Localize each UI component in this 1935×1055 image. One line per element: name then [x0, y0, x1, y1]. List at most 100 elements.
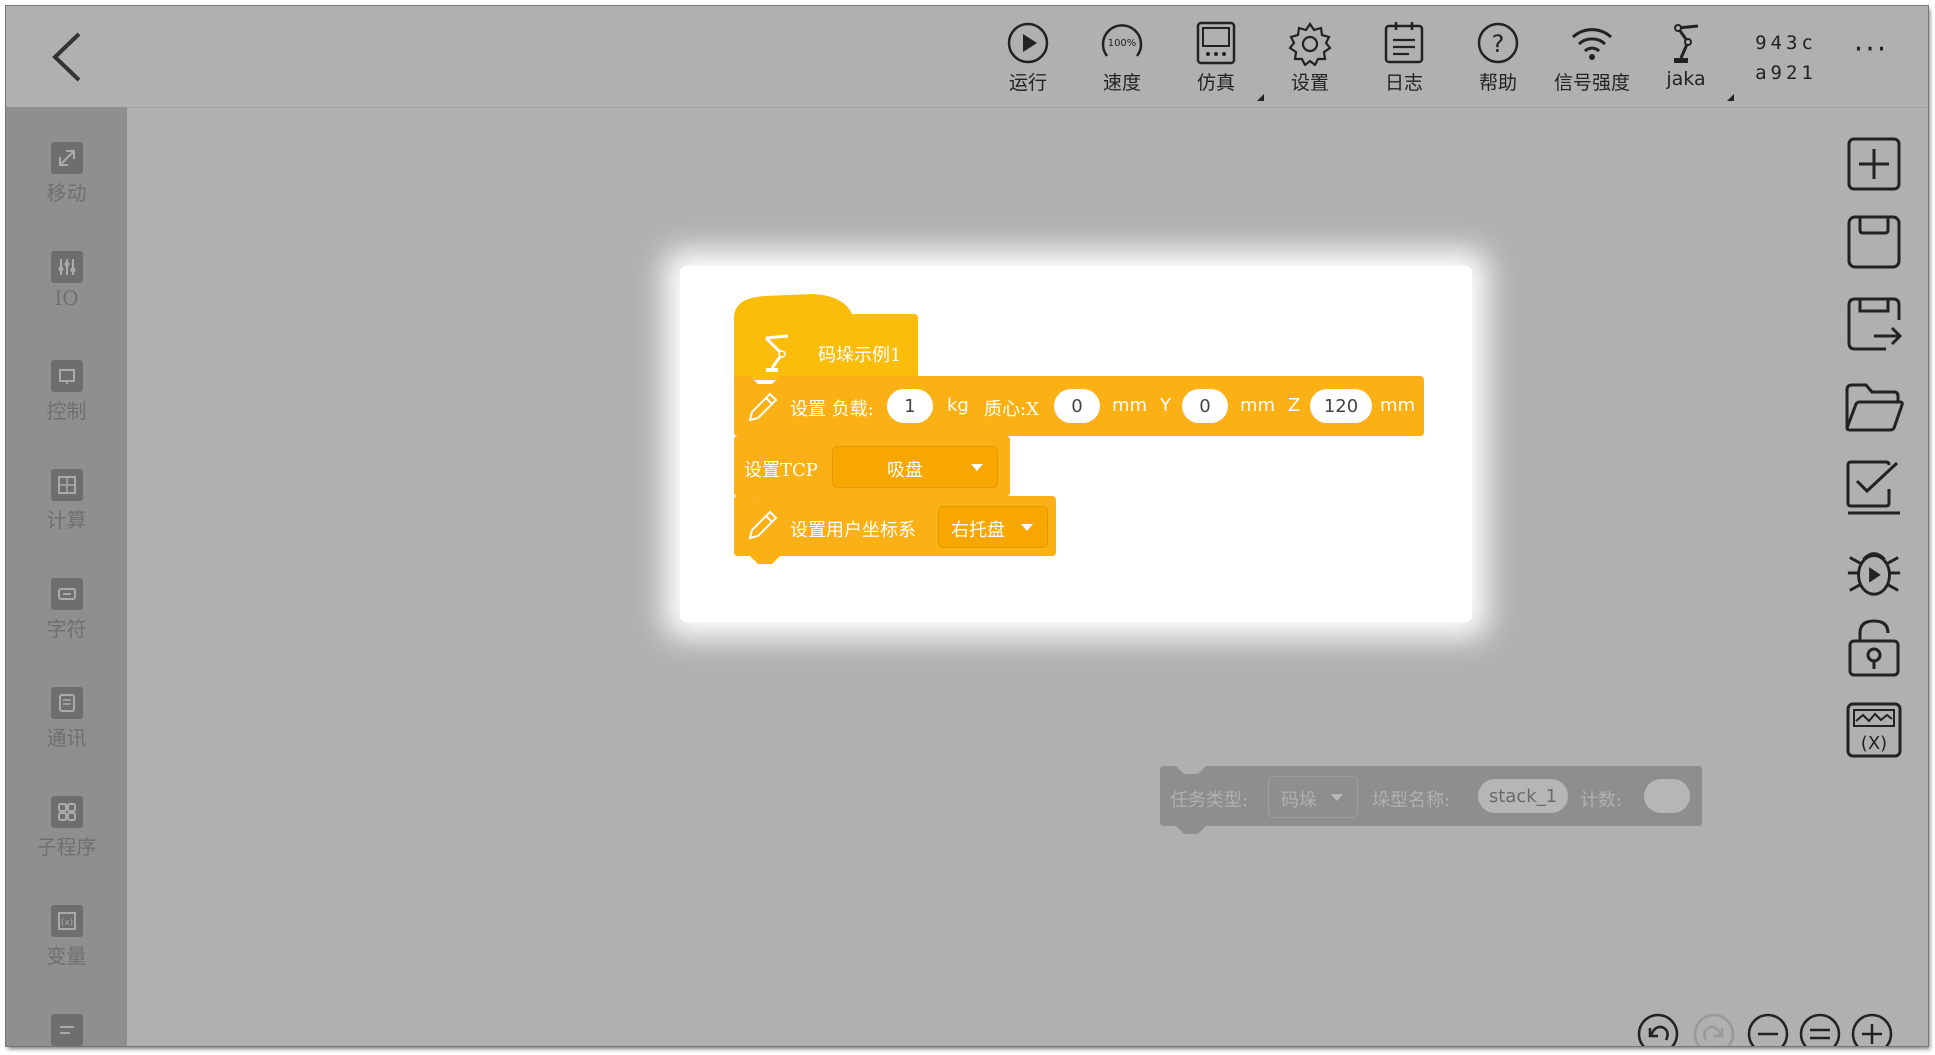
com-z-input[interactable]: 120 [1310, 389, 1372, 423]
sidebar-item-variable[interactable]: (x) 变量 [6, 905, 127, 969]
signal-strength-button[interactable]: 信号强度 [1548, 20, 1636, 102]
payload-mass-input[interactable]: 1 [887, 389, 933, 423]
robot-name-label: jaka [1666, 68, 1706, 90]
sidebar-item-subprogram[interactable]: 子程序 [6, 796, 127, 860]
top-toolbar: 运行 100% 速度 仿真 设置 日志 ? 帮助 信号强度 jaka 943c … [6, 6, 1928, 108]
set-user-frame-block[interactable]: 设置用户坐标系 右托盘 [734, 496, 1056, 564]
svg-text:(X): (X) [1861, 733, 1887, 754]
caret-down-icon [971, 464, 983, 471]
y-unit: mm [1240, 395, 1276, 416]
debug-button[interactable] [1844, 542, 1904, 602]
sidebar-item-label: 字符 [46, 617, 87, 641]
zoom-reset-button[interactable] [1798, 1012, 1842, 1046]
device-serial: 943c a921 [1741, 28, 1831, 88]
sidebar-item-comm[interactable]: 通讯 [6, 687, 127, 751]
sidebar-item-label: 子程序 [36, 835, 97, 859]
set-tcp-block[interactable]: 设置TCP 吸盘 [734, 436, 1010, 504]
unlock-button[interactable] [1844, 618, 1904, 678]
add-icon [1847, 137, 1901, 191]
sidebar-item-calc[interactable]: 计算 [6, 469, 127, 533]
svg-text:(x): (x) [60, 918, 72, 928]
more-button[interactable]: ··· [1846, 30, 1896, 70]
sidebar-item-extra[interactable] [6, 1014, 127, 1046]
com-x-input[interactable]: 0 [1054, 389, 1100, 423]
undo-button[interactable] [1636, 1012, 1680, 1046]
count-label: 计数: [1580, 790, 1623, 811]
simulation-button[interactable]: 仿真 [1172, 20, 1260, 102]
speed-label: 速度 [1102, 72, 1141, 94]
set-user-frame-label: 设置用户坐标系 [790, 520, 916, 541]
save-as-icon [1847, 297, 1902, 351]
center-of-mass-x-label: 质心:X [984, 399, 1039, 420]
robot-arm-icon [764, 334, 789, 372]
tcp-dropdown[interactable]: 吸盘 [832, 446, 998, 488]
floating-pallet-block[interactable]: 任务类型: 码垛 垛型名称: stack_1 计数: [1160, 766, 1702, 834]
x-unit: mm [1112, 395, 1148, 416]
user-frame-dropdown[interactable]: 右托盘 [938, 506, 1048, 548]
string-icon [50, 578, 83, 610]
task-type-value: 码垛 [1281, 790, 1317, 811]
sidebar-item-io[interactable]: IO [6, 251, 127, 310]
checklist-icon [1846, 460, 1900, 515]
sidebar-item-label: IO [54, 286, 79, 310]
checklist-button[interactable] [1844, 458, 1904, 518]
variable-monitor-button[interactable]: (X) [1844, 700, 1904, 760]
set-payload-block[interactable]: 设置 负载: 1 kg 质心:X 0 mm Y 0 mm Z 120 mm [734, 376, 1424, 444]
save-button[interactable] [1844, 212, 1904, 272]
sidebar-item-move[interactable]: 移动 [6, 142, 127, 206]
program-title: 码垛示例1 [818, 345, 902, 366]
settings-label: 设置 [1290, 72, 1329, 94]
hat-block[interactable]: 码垛示例1 [734, 294, 918, 380]
comm-icon [50, 687, 83, 719]
set-tcp-label: 设置TCP [744, 460, 818, 481]
sidebar-item-label: 计算 [46, 508, 87, 532]
variable-icon: (x) [50, 905, 83, 937]
serial-line-2: a921 [1755, 62, 1817, 84]
count-input[interactable] [1644, 779, 1690, 813]
mass-unit: kg [947, 395, 969, 416]
simulation-dropdown-indicator[interactable] [1257, 94, 1264, 101]
zoom-out-button[interactable] [1746, 1012, 1790, 1046]
pencil-icon [748, 510, 778, 540]
back-button[interactable] [46, 32, 86, 82]
signal-strength-label: 信号强度 [1553, 72, 1630, 94]
gear-icon [1286, 20, 1334, 66]
help-button[interactable]: ? 帮助 [1454, 20, 1542, 102]
robot-select-button[interactable]: jaka [1642, 20, 1730, 102]
zoom-in-icon [1851, 1013, 1893, 1046]
settings-button[interactable]: 设置 [1266, 20, 1354, 102]
svg-text:?: ? [1492, 30, 1505, 58]
open-folder-button[interactable] [1844, 378, 1904, 438]
simulation-icon [1192, 20, 1240, 66]
task-type-dropdown[interactable]: 码垛 [1268, 776, 1358, 818]
zoom-reset-icon [1799, 1013, 1841, 1046]
task-type-label: 任务类型: [1170, 790, 1249, 811]
control-icon [50, 360, 83, 392]
move-icon [50, 142, 83, 174]
stack-name-input[interactable]: stack_1 [1478, 779, 1568, 813]
sidebar-item-label: 移动 [46, 181, 87, 205]
run-button[interactable]: 运行 [984, 20, 1072, 102]
redo-button[interactable] [1692, 1012, 1736, 1046]
log-button[interactable]: 日志 [1360, 20, 1448, 102]
sidebar-item-string[interactable]: 字符 [6, 578, 127, 642]
caret-down-icon [1331, 794, 1343, 801]
stack-name-label: 垛型名称: [1372, 790, 1451, 811]
com-y-label: Y [1160, 395, 1171, 416]
variable-monitor-icon: (X) [1846, 702, 1902, 758]
chevron-left-icon [52, 32, 81, 82]
pencil-icon [748, 392, 778, 422]
speed-button[interactable]: 100% 速度 [1078, 20, 1166, 102]
undo-icon [1637, 1013, 1679, 1046]
log-icon [1380, 20, 1428, 66]
robot-dropdown-indicator[interactable] [1727, 94, 1734, 101]
tcp-dropdown-value: 吸盘 [887, 460, 923, 481]
save-as-button[interactable] [1844, 294, 1904, 354]
calc-icon [50, 469, 83, 501]
add-button[interactable] [1844, 134, 1904, 194]
zoom-in-button[interactable] [1850, 1012, 1894, 1046]
com-y-input[interactable]: 0 [1182, 389, 1228, 423]
open-folder-icon [1845, 383, 1904, 432]
sidebar-item-control[interactable]: 控制 [6, 360, 127, 424]
log-label: 日志 [1384, 72, 1423, 94]
